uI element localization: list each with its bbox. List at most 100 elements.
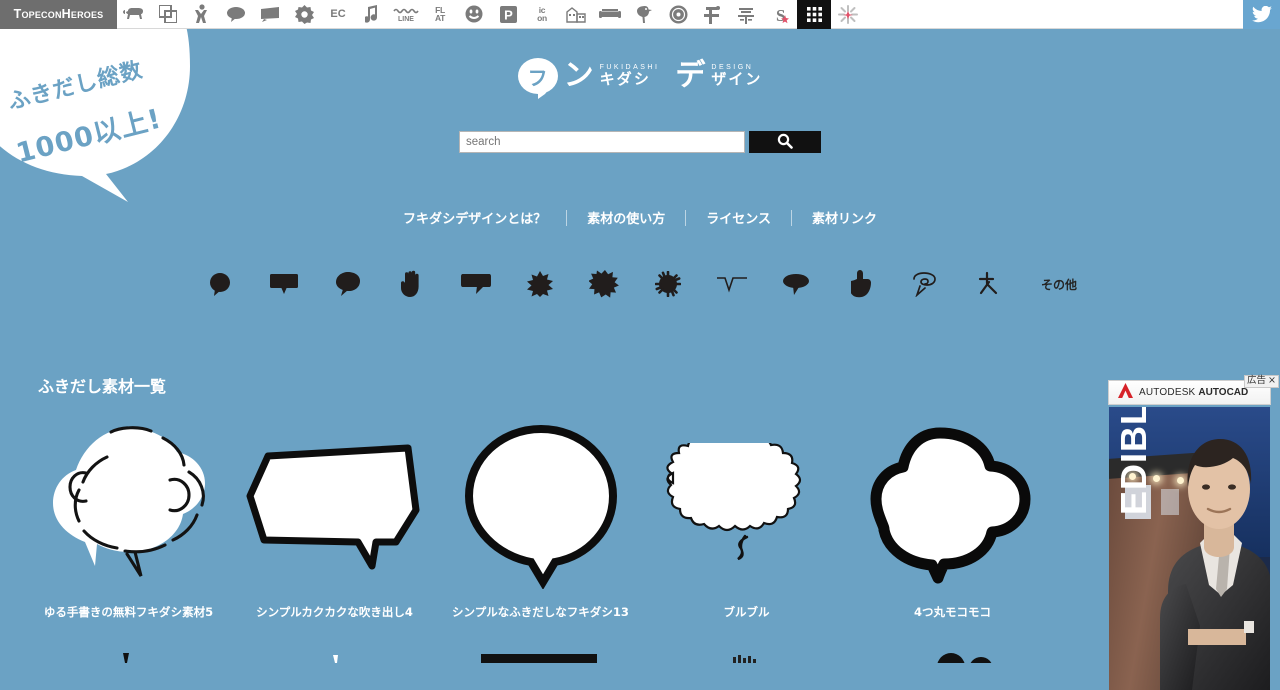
- ec-label: EC: [330, 7, 346, 20]
- sparkle-icon[interactable]: [831, 0, 865, 29]
- parking-icon[interactable]: P: [491, 0, 525, 29]
- icon-icon[interactable]: ic on: [525, 0, 559, 29]
- brush-kanji-icon[interactable]: [729, 0, 763, 29]
- category-swirl-bubble[interactable]: [907, 266, 941, 302]
- ad-headline: EDIBLE: [1113, 407, 1154, 515]
- ad-brand: AUTODESK AUTOCAD: [1139, 387, 1248, 398]
- dot-kanji-icon[interactable]: [695, 0, 729, 29]
- grid-item: 4つ丸モコモコ: [850, 415, 1055, 623]
- ad-image[interactable]: EDIBLE: [1109, 407, 1270, 690]
- logo-bubble-mark: フ: [517, 58, 558, 99]
- gear-ball-icon[interactable]: [661, 0, 695, 29]
- grid-item-caption[interactable]: ブルブル: [644, 603, 849, 623]
- category-rect-bubble[interactable]: [267, 266, 301, 302]
- next-row-bubble-5[interactable]: [850, 623, 1055, 663]
- grid-item: シンプルなふきだしなフキダシ13: [438, 415, 643, 623]
- logo-mark-glyph: フ: [527, 65, 548, 90]
- simple-round-bubble[interactable]: [438, 415, 643, 595]
- category-thumbsup-bubble[interactable]: [843, 266, 877, 302]
- ad-brand-name: AUTOCAD: [1198, 387, 1249, 398]
- count-badge: ふきだし総数 1000以上!: [0, 24, 200, 202]
- section-title: ふきだし素材一覧: [38, 377, 167, 396]
- flower-icon[interactable]: [287, 0, 321, 29]
- ad-person-photo: [1160, 439, 1270, 690]
- twitter-icon[interactable]: [1243, 0, 1280, 29]
- svg-text:LINE: LINE: [398, 16, 414, 22]
- logo-fukidashi-block: ン: [564, 61, 594, 91]
- next-row-bubble-1[interactable]: [26, 623, 231, 663]
- grid-item: [438, 623, 643, 663]
- category-blob-bubble[interactable]: [331, 266, 365, 302]
- ad-label[interactable]: 広告 ×: [1244, 375, 1279, 388]
- s-star-icon[interactable]: S: [763, 0, 797, 29]
- logo-kana-1: ン: [563, 58, 594, 93]
- bubble-round-icon[interactable]: [219, 0, 253, 29]
- grid-item: ブルブル: [644, 415, 849, 623]
- four-lobe-cloud-bubble[interactable]: [850, 415, 1055, 595]
- logo-design-text: DESIGN ザイン: [711, 64, 762, 88]
- category-wide-bubble[interactable]: [459, 266, 493, 302]
- logo-fukidashi-text: FUKIDASHI キダシ: [600, 64, 660, 88]
- bubble-flag-icon[interactable]: [253, 0, 287, 29]
- search-bar: [0, 131, 1280, 153]
- category-round-bubble[interactable]: [203, 266, 237, 302]
- material-grid: ゆる手書きの無料フキダシ素材5 シンプルカクカクな吹き出し4 シンプルなふきだし…: [26, 415, 1101, 663]
- grid-icon[interactable]: [797, 0, 831, 29]
- line-icon[interactable]: LINE: [389, 0, 423, 29]
- search-input[interactable]: [459, 131, 745, 153]
- copy-icon[interactable]: [151, 0, 185, 29]
- close-icon[interactable]: ×: [1268, 375, 1276, 387]
- category-oval-bubble[interactable]: [779, 266, 813, 302]
- grid-item: [850, 623, 1055, 663]
- grid-item: シンプルカクカクな吹き出し4: [232, 415, 437, 623]
- bird-icon[interactable]: [627, 0, 661, 29]
- ad-banner[interactable]: 広告 × AUTODESK AUTOCAD EDIBLE: [1105, 375, 1280, 690]
- person-icon[interactable]: [185, 0, 219, 29]
- category-cross-bubble[interactable]: [971, 266, 1005, 302]
- nav-item-license[interactable]: ライセンス: [686, 208, 791, 227]
- sheep-icon[interactable]: [117, 0, 151, 29]
- logo-sub-1: キダシ: [599, 70, 651, 89]
- autodesk-logo-icon: [1117, 382, 1134, 404]
- next-row-bubble-4[interactable]: [644, 623, 849, 663]
- nav-item-about[interactable]: フキダシデザインとは？: [383, 208, 566, 227]
- grid-item: [644, 623, 849, 663]
- grid-item-caption[interactable]: シンプルなふきだしなフキダシ13: [438, 603, 643, 623]
- smiley-icon[interactable]: [457, 0, 491, 29]
- search-button[interactable]: [749, 131, 821, 153]
- nav-item-usage[interactable]: 素材の使い方: [567, 208, 685, 227]
- logo-sub-2: ザイン: [711, 70, 763, 89]
- ad-brand-prefix: AUTODESK: [1139, 387, 1196, 398]
- next-row-bubble-3[interactable]: [438, 623, 643, 663]
- wavy-bubble[interactable]: [644, 415, 849, 595]
- category-line-bubble[interactable]: [715, 266, 749, 302]
- angular-bubble[interactable]: [232, 415, 437, 595]
- sketch-cloud-bubble[interactable]: [26, 415, 231, 595]
- sofa-icon[interactable]: [593, 0, 627, 29]
- music-note-icon[interactable]: [355, 0, 389, 29]
- top-bar: TopeconHeroes EC LINE FL AT P ic on S: [0, 0, 1280, 29]
- building-icon[interactable]: [559, 0, 593, 29]
- category-hand-bubble[interactable]: [395, 266, 429, 302]
- nav-item-links[interactable]: 素材リンク: [792, 208, 897, 227]
- grid-item: ゆる手書きの無料フキダシ素材5: [26, 415, 231, 623]
- svg-text:P: P: [504, 7, 513, 22]
- grid-item-caption[interactable]: 4つ丸モコモコ: [850, 603, 1055, 623]
- category-spiky-bubble[interactable]: [651, 266, 685, 302]
- grid-item: [232, 623, 437, 663]
- ad-label-text: 広告: [1247, 375, 1267, 386]
- category-burst-bubble[interactable]: [587, 266, 621, 302]
- category-icon-row: その他: [0, 266, 1280, 302]
- category-small-burst-bubble[interactable]: [523, 266, 557, 302]
- grid-item-caption[interactable]: ゆる手書きの無料フキダシ素材5: [26, 603, 231, 623]
- logo-design-block: デ: [675, 61, 705, 91]
- topeconheroes-brand[interactable]: TopeconHeroes: [0, 0, 117, 29]
- grid-item: [26, 623, 231, 663]
- site-logo[interactable]: フ ン FUKIDASHI キダシ デ DESIGN ザイン: [0, 58, 1280, 99]
- category-other-link[interactable]: その他: [1041, 276, 1077, 293]
- grid-item-caption[interactable]: シンプルカクカクな吹き出し4: [232, 603, 437, 623]
- ec-icon[interactable]: EC: [321, 0, 355, 29]
- flat-icon[interactable]: FL AT: [423, 0, 457, 29]
- search-icon: [777, 133, 793, 152]
- next-row-bubble-2[interactable]: [232, 623, 437, 663]
